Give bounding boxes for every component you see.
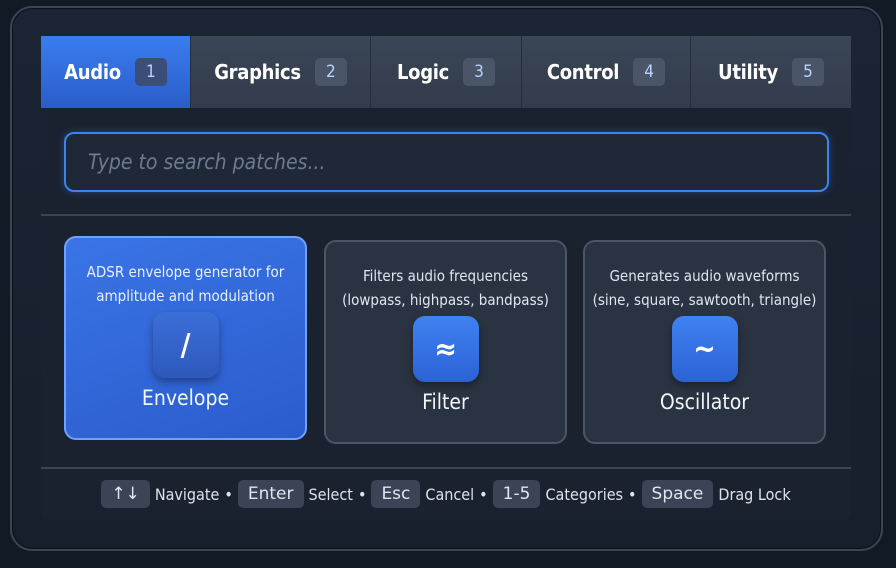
tab-label: Logic [396,60,450,84]
patch-title: Oscillator [659,390,750,414]
tab-logic[interactable]: Logic 3 [371,36,522,108]
tab-label: Control [546,60,620,84]
separator: • [224,484,233,504]
tab-label: Utility [718,60,778,84]
enter-key-hint: Enter [237,480,304,508]
arrow-keys-hint: ↑↓ [101,480,150,508]
category-tabs: Audio 1 Graphics 2 Logic 3 Control 4 Uti… [41,36,851,108]
tab-shortcut-badge: 5 [791,58,824,86]
separator: • [628,484,637,504]
keyboard-shortcuts-bar: ↑↓ Navigate • Enter Select • Esc Cancel … [41,470,851,518]
tab-control[interactable]: Control 4 [522,36,691,108]
patch-card-oscillator[interactable]: Generates audio waveforms (sine, square,… [583,240,826,444]
tab-utility[interactable]: Utility 5 [691,36,851,108]
tab-label: Graphics [214,60,301,84]
separator: • [479,484,488,504]
tab-shortcut-badge: 1 [134,58,167,86]
divider [41,214,851,216]
shortcut-action: Drag Lock [718,484,791,504]
space-key-hint: Space [641,480,714,508]
tab-shortcut-badge: 4 [633,58,666,86]
number-keys-hint: 1-5 [492,480,541,508]
patch-description: Generates audio waveforms (sine, square,… [592,267,817,309]
patch-card-filter[interactable]: Filters audio frequencies (lowpass, high… [324,240,567,444]
tab-graphics[interactable]: Graphics 2 [191,36,371,108]
patch-title: Envelope [141,386,230,410]
tab-label: Audio [64,60,121,84]
tilde-wave-icon: ~ [671,316,738,382]
esc-key-hint: Esc [371,480,421,508]
approx-wave-icon: ≈ [412,316,479,382]
patch-description: ADSR envelope generator for amplitude an… [86,263,285,305]
shortcut-action: Select [308,484,353,504]
slash-icon: / [152,312,219,378]
tab-shortcut-badge: 3 [463,58,496,86]
shortcut-action: Categories [545,484,624,504]
tab-shortcut-badge: 2 [314,58,347,86]
divider [41,467,851,469]
patch-title: Filter [422,390,469,414]
patch-card-envelope[interactable]: ADSR envelope generator for amplitude an… [64,236,307,440]
tab-audio[interactable]: Audio 1 [41,36,191,108]
search-input[interactable] [64,132,829,192]
shortcut-action: Cancel [425,484,475,504]
separator: • [357,484,367,504]
shortcut-action: Navigate [154,484,220,504]
patch-description: Filters audio frequencies (lowpass, high… [342,267,549,309]
